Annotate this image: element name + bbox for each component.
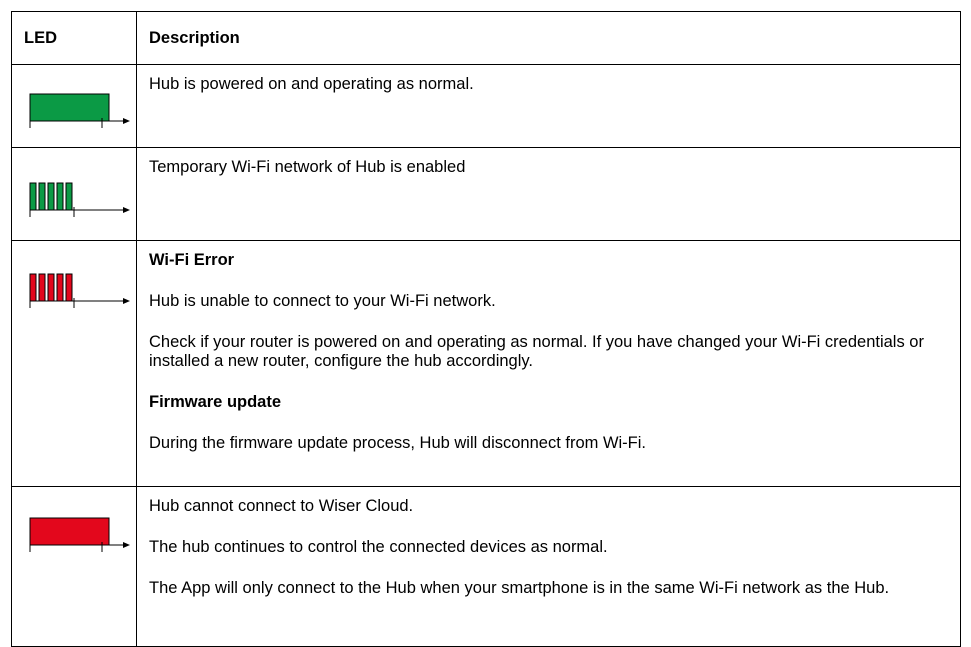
time-axis-arrow-icon <box>123 207 130 213</box>
led-pulse-bar <box>65 182 73 211</box>
led-indicator-cell <box>11 240 137 487</box>
led-blinking-green-icon <box>29 182 130 217</box>
table-row: Hub cannot connect to Wiser Cloud. The h… <box>11 486 961 647</box>
led-indicator-cell <box>11 486 137 647</box>
led-solid-green-icon <box>29 93 130 128</box>
description-heading: Firmware update <box>149 393 282 411</box>
table-row: Wi-Fi Error Hub is unable to connect to … <box>11 240 961 487</box>
led-pulse-bar <box>29 182 37 211</box>
description-heading: Wi-Fi Error <box>149 251 235 269</box>
description-cell: Wi-Fi Error Hub is unable to connect to … <box>136 240 961 487</box>
led-pulse-bar <box>47 182 55 211</box>
description-paragraph: Check if your router is powered on and o… <box>149 333 924 370</box>
time-axis-arrow-icon <box>123 118 130 124</box>
led-indicator-cell <box>11 64 137 148</box>
led-description-table: LED Description Hub is powered on and op… <box>11 11 961 647</box>
led-indicator-cell <box>11 147 137 241</box>
led-pulse-bar <box>56 273 64 302</box>
description-paragraph: Hub cannot connect to Wiser Cloud. <box>149 497 414 515</box>
table-header-row: LED Description <box>11 11 961 65</box>
led-column-header: LED <box>11 11 137 65</box>
led-pulse-bar <box>29 517 110 546</box>
led-pulse-bar <box>38 273 46 302</box>
description-cell: Hub is powered on and operating as norma… <box>136 64 961 148</box>
led-blinking-red-icon <box>29 273 130 308</box>
led-pulse-bar <box>56 182 64 211</box>
led-pulse-bar <box>47 273 55 302</box>
time-axis-arrow-icon <box>123 542 130 548</box>
time-axis-arrow-icon <box>123 298 130 304</box>
description-column-header: Description <box>136 11 961 65</box>
description-cell: Hub cannot connect to Wiser Cloud. The h… <box>136 486 961 647</box>
description-paragraph: Temporary Wi-Fi network of Hub is enable… <box>149 158 466 176</box>
led-pulse-bar <box>65 273 73 302</box>
description-paragraph: Hub is unable to connect to your Wi-Fi n… <box>149 292 496 310</box>
led-solid-red-icon <box>29 517 130 552</box>
table-row: Temporary Wi-Fi network of Hub is enable… <box>11 147 961 241</box>
description-paragraph: Hub is powered on and operating as norma… <box>149 75 474 93</box>
led-pulse-bar <box>29 273 37 302</box>
description-paragraph: During the firmware update process, Hub … <box>149 434 647 452</box>
led-pulse-bar <box>29 93 110 122</box>
description-paragraph: The App will only connect to the Hub whe… <box>149 579 890 597</box>
description-paragraph: The hub continues to control the connect… <box>149 538 608 556</box>
led-pulse-bar <box>38 182 46 211</box>
description-cell: Temporary Wi-Fi network of Hub is enable… <box>136 147 961 241</box>
table-row: Hub is powered on and operating as norma… <box>11 64 961 148</box>
